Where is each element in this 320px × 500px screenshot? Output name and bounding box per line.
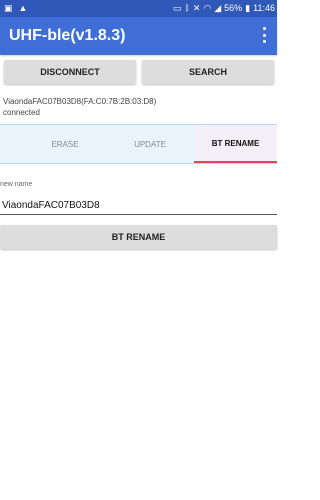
device-name: ViaondaFAC07B03D8(FA:C0:7B:2B:03:D8) (3, 97, 157, 106)
tab-bar: ERASE UPDATE BT RENAME (0, 124, 277, 164)
connection-status: connected (3, 108, 40, 117)
app-title: UHF-ble(v1.8.3) (9, 27, 126, 44)
disconnect-button[interactable]: DISCONNECT (4, 60, 136, 84)
cast-icon: ▭ (172, 3, 182, 13)
new-name-label: new name (0, 181, 33, 188)
status-bar: ▣ ▲ ▭ ᛒ ✕ ◠ ◢ 56% ▮ 11:46 (0, 0, 277, 17)
signal-icon: ◢ (214, 3, 222, 13)
wifi-icon: ◠ (203, 3, 212, 13)
new-name-input[interactable] (0, 197, 277, 215)
battery-level: 56% (224, 3, 243, 13)
search-button[interactable]: SEARCH (142, 60, 274, 84)
tab-bt-rename[interactable]: BT RENAME (194, 125, 277, 163)
bluetooth-icon: ᛒ (184, 3, 190, 13)
more-vert-icon[interactable] (261, 27, 267, 43)
app-bar: UHF-ble(v1.8.3) (0, 17, 277, 55)
image-icon: ▣ (4, 3, 13, 13)
bt-rename-button[interactable]: BT RENAME (0, 225, 277, 249)
clock: 11:46 (253, 3, 275, 13)
battery-icon: ▮ (245, 3, 251, 13)
warning-icon: ▲ (18, 3, 28, 13)
tab-update[interactable]: UPDATE (95, 125, 205, 163)
mute-icon: ✕ (192, 3, 201, 13)
